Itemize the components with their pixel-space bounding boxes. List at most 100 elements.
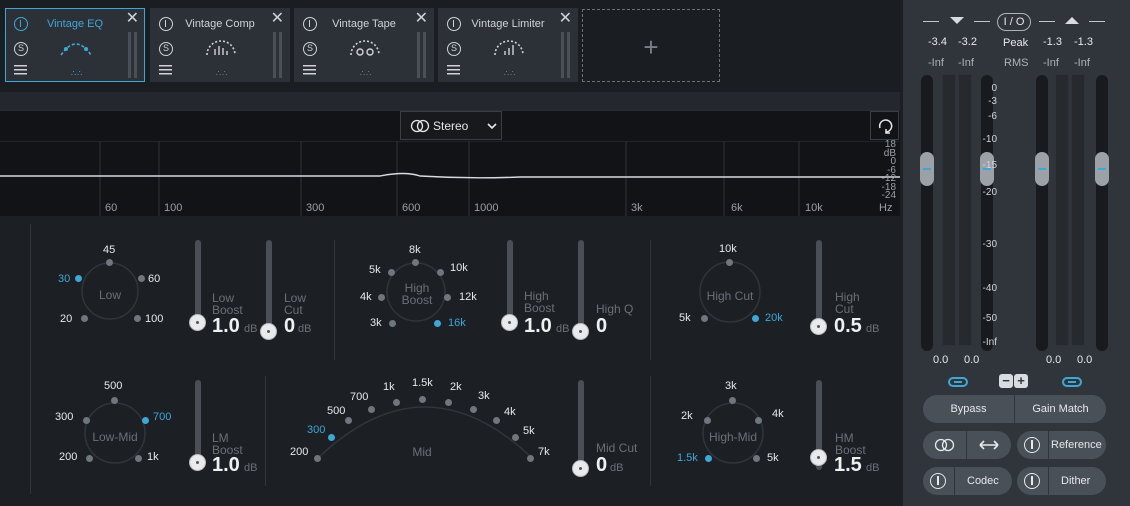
separator-bar — [0, 92, 900, 110]
freq-label: 100 — [164, 202, 183, 214]
level-bars — [417, 32, 426, 78]
output-collapse-icon[interactable] — [1065, 17, 1079, 25]
input-collapse-icon[interactable] — [950, 17, 964, 25]
output-link-icon[interactable] — [1062, 377, 1082, 387]
codec-button[interactable]: Codec — [923, 467, 1012, 495]
menu-icon[interactable] — [303, 65, 316, 75]
output-value-left: 0.0 — [1046, 354, 1062, 366]
stereo-mode-button[interactable] — [923, 431, 966, 459]
knob-name: Low — [98, 288, 121, 302]
knob-name: High Cut — [706, 289, 754, 303]
dither-button[interactable]: Dither — [1017, 467, 1106, 495]
swap-channels-button[interactable] — [967, 431, 1011, 459]
io-meter-panel: I / O -3.4 -3.2 Peak -1.3 -1.3 -Inf -Inf… — [903, 0, 1130, 506]
level-bars — [128, 32, 137, 78]
close-icon[interactable]: ✕ — [271, 11, 284, 27]
knob-name: High-Mid — [708, 430, 757, 444]
gain-match-button[interactable]: Gain Match — [1015, 395, 1106, 423]
solo-icon[interactable]: S — [303, 42, 317, 56]
dither-label: Dither — [1061, 475, 1091, 487]
eq-response-curve — [0, 172, 900, 179]
level-bars — [273, 32, 282, 78]
freq-label: 10k — [805, 202, 823, 214]
output-gain-slider[interactable] — [1035, 152, 1049, 186]
freq-label: 1000 — [474, 202, 499, 214]
input-value-right: 0.0 — [964, 354, 980, 366]
limiter-icon — [494, 40, 524, 56]
reference-label: Reference — [1051, 439, 1102, 451]
grip-icon[interactable]: ∴∴ — [216, 69, 228, 78]
module-slot-vintage-tape[interactable]: S Vintage Tape ✕ ∴∴ — [294, 8, 434, 82]
menu-icon[interactable] — [447, 65, 460, 75]
module-title: Vintage Tape — [332, 18, 396, 30]
module-slot-vintage-eq[interactable]: S Vintage EQ ✕ ∴∴ — [5, 8, 145, 82]
module-slot-vintage-comp[interactable]: S Vintage Comp ✕ ∴∴ — [150, 8, 290, 82]
module-chain: S Vintage EQ ✕ ∴∴ S Vintage Comp ✕ ∴∴ S … — [0, 0, 900, 92]
output-ceiling-track[interactable] — [1096, 75, 1108, 351]
input-gain-slider[interactable] — [920, 152, 934, 186]
channel-mode-label: Stereo — [433, 119, 469, 133]
module-title: Vintage Comp — [185, 18, 255, 30]
solo-icon[interactable]: S — [159, 42, 173, 56]
close-icon[interactable]: ✕ — [415, 11, 428, 27]
freq-label: 6k — [731, 202, 743, 214]
module-slot-vintage-limiter[interactable]: S Vintage Limiter ✕ ∴∴ — [438, 8, 578, 82]
level-bars — [561, 32, 570, 78]
eq-controls: Low 45 30 60 20 100 Low Boost 1.0 dB Low… — [0, 216, 900, 506]
module-title: Vintage Limiter — [471, 18, 545, 30]
freq-label: 3k — [631, 202, 643, 214]
add-module-slot[interactable]: + — [582, 9, 720, 82]
peak-mode-label[interactable]: Peak — [1003, 37, 1028, 49]
output-meter-left — [1055, 74, 1069, 346]
input-value-left: 0.0 — [933, 354, 949, 366]
channel-mode-select[interactable]: Stereo — [400, 111, 502, 140]
reset-button[interactable] — [870, 111, 899, 140]
add-icon: + — [643, 32, 659, 62]
output-rms-right: -Inf — [1074, 57, 1090, 69]
reset-icon — [878, 119, 893, 134]
freq-label: 300 — [306, 202, 325, 214]
compressor-icon — [206, 40, 236, 56]
tape-icon — [350, 40, 380, 56]
menu-icon[interactable] — [159, 65, 172, 75]
input-link-icon[interactable] — [948, 377, 968, 387]
bypass-button[interactable]: Bypass — [923, 395, 1014, 423]
codec-label: Codec — [967, 475, 999, 487]
freq-unit: Hz — [879, 202, 893, 214]
db-scale: 18 dB 0 -6 -12 -18 -24 — [881, 139, 896, 201]
output-ceiling-slider[interactable] — [1095, 152, 1109, 186]
close-icon[interactable]: ✕ — [559, 11, 572, 27]
chevron-down-icon — [487, 123, 497, 130]
reference-button[interactable]: Reference — [1017, 431, 1106, 459]
knob-name: High Boost — [401, 281, 433, 307]
grip-icon[interactable]: ∴∴ — [71, 69, 83, 78]
gain-minus-button[interactable]: − — [999, 374, 1013, 388]
knob-name: Mid — [412, 445, 432, 459]
menu-icon[interactable] — [14, 65, 27, 75]
stereo-icon — [934, 438, 955, 452]
input-rms-left: -Inf — [928, 57, 944, 69]
knob-name: Low-Mid — [92, 430, 138, 444]
io-toggle-button[interactable]: I / O — [997, 13, 1031, 31]
input-gain-track[interactable] — [921, 75, 933, 351]
input-peak-left: -3.4 — [928, 36, 947, 48]
freq-label: 600 — [402, 202, 421, 214]
output-rms-left: -Inf — [1043, 57, 1059, 69]
solo-icon[interactable]: S — [447, 42, 461, 56]
grip-icon[interactable]: ∴∴ — [504, 69, 516, 78]
grip-icon[interactable]: ∴∴ — [360, 69, 372, 78]
stereo-icon — [410, 119, 430, 133]
solo-icon[interactable]: S — [14, 42, 28, 56]
spectrum-graph — [0, 141, 900, 217]
output-meter-right — [1071, 74, 1085, 346]
rms-mode-label[interactable]: RMS — [1004, 57, 1028, 69]
output-gain-track[interactable] — [1036, 75, 1048, 351]
input-rms-right: -Inf — [958, 57, 974, 69]
output-value-right: 0.0 — [1077, 354, 1093, 366]
eq-curve-icon — [60, 43, 92, 56]
close-icon[interactable]: ✕ — [126, 11, 139, 27]
input-peak-right: -3.2 — [958, 36, 977, 48]
output-peak-left: -1.3 — [1043, 36, 1062, 48]
gain-plus-button[interactable]: + — [1014, 374, 1028, 388]
input-meter-right — [958, 74, 972, 346]
